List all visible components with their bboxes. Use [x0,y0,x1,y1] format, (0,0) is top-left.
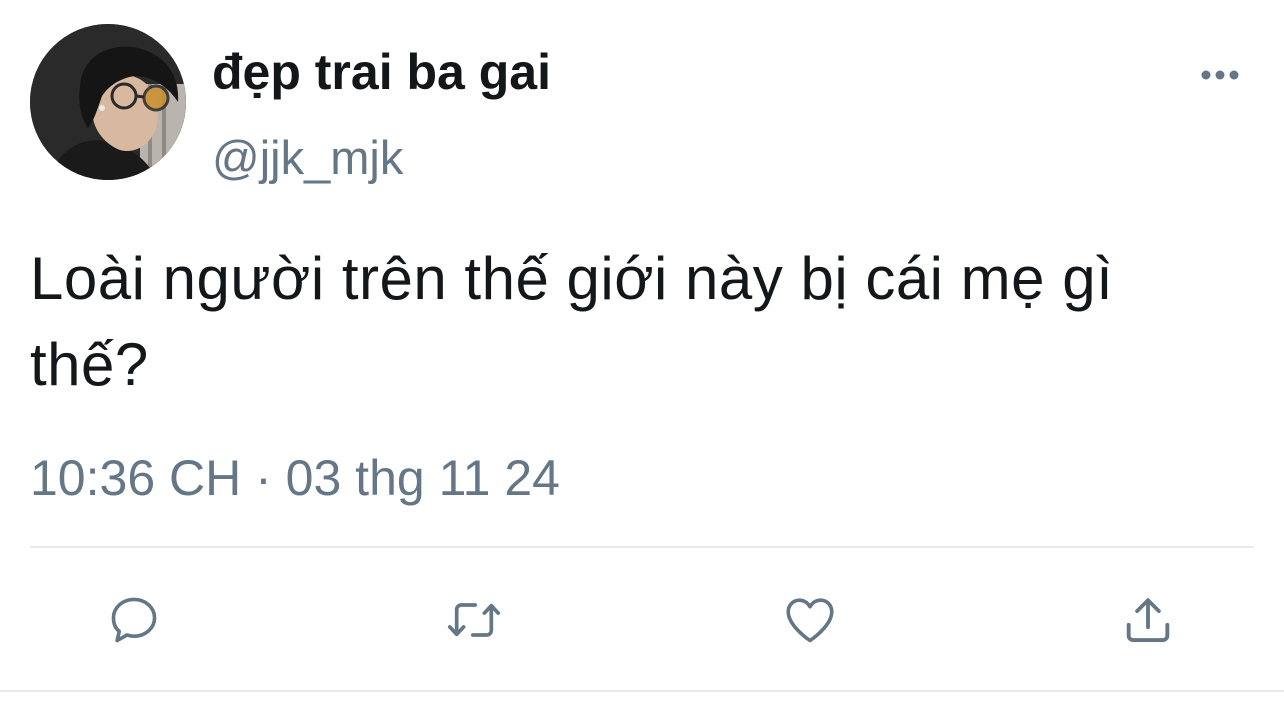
heart-icon [786,598,834,643]
reply-icon [111,597,157,643]
reply-button[interactable] [104,590,164,650]
share-icon [1126,598,1170,642]
avatar[interactable] [30,24,186,180]
divider [30,546,1254,548]
author-display-name[interactable]: đẹp trai ba gai [212,42,551,102]
more-horizontal-icon [1201,70,1239,80]
more-options-button[interactable] [1194,58,1246,92]
retweet-button[interactable] [444,590,504,650]
avatar-image [30,24,186,180]
retweet-icon [447,603,501,637]
share-button[interactable] [1118,590,1178,650]
like-button[interactable] [780,590,840,650]
divider [0,690,1284,692]
tweet-text: Loài người trên thế giới này bị cái mẹ g… [30,245,1114,398]
author-handle[interactable]: @jjk_mjk [212,128,403,188]
tweet-timestamp[interactable]: 10:36 CH · 03 thg 11 24 [30,448,560,508]
